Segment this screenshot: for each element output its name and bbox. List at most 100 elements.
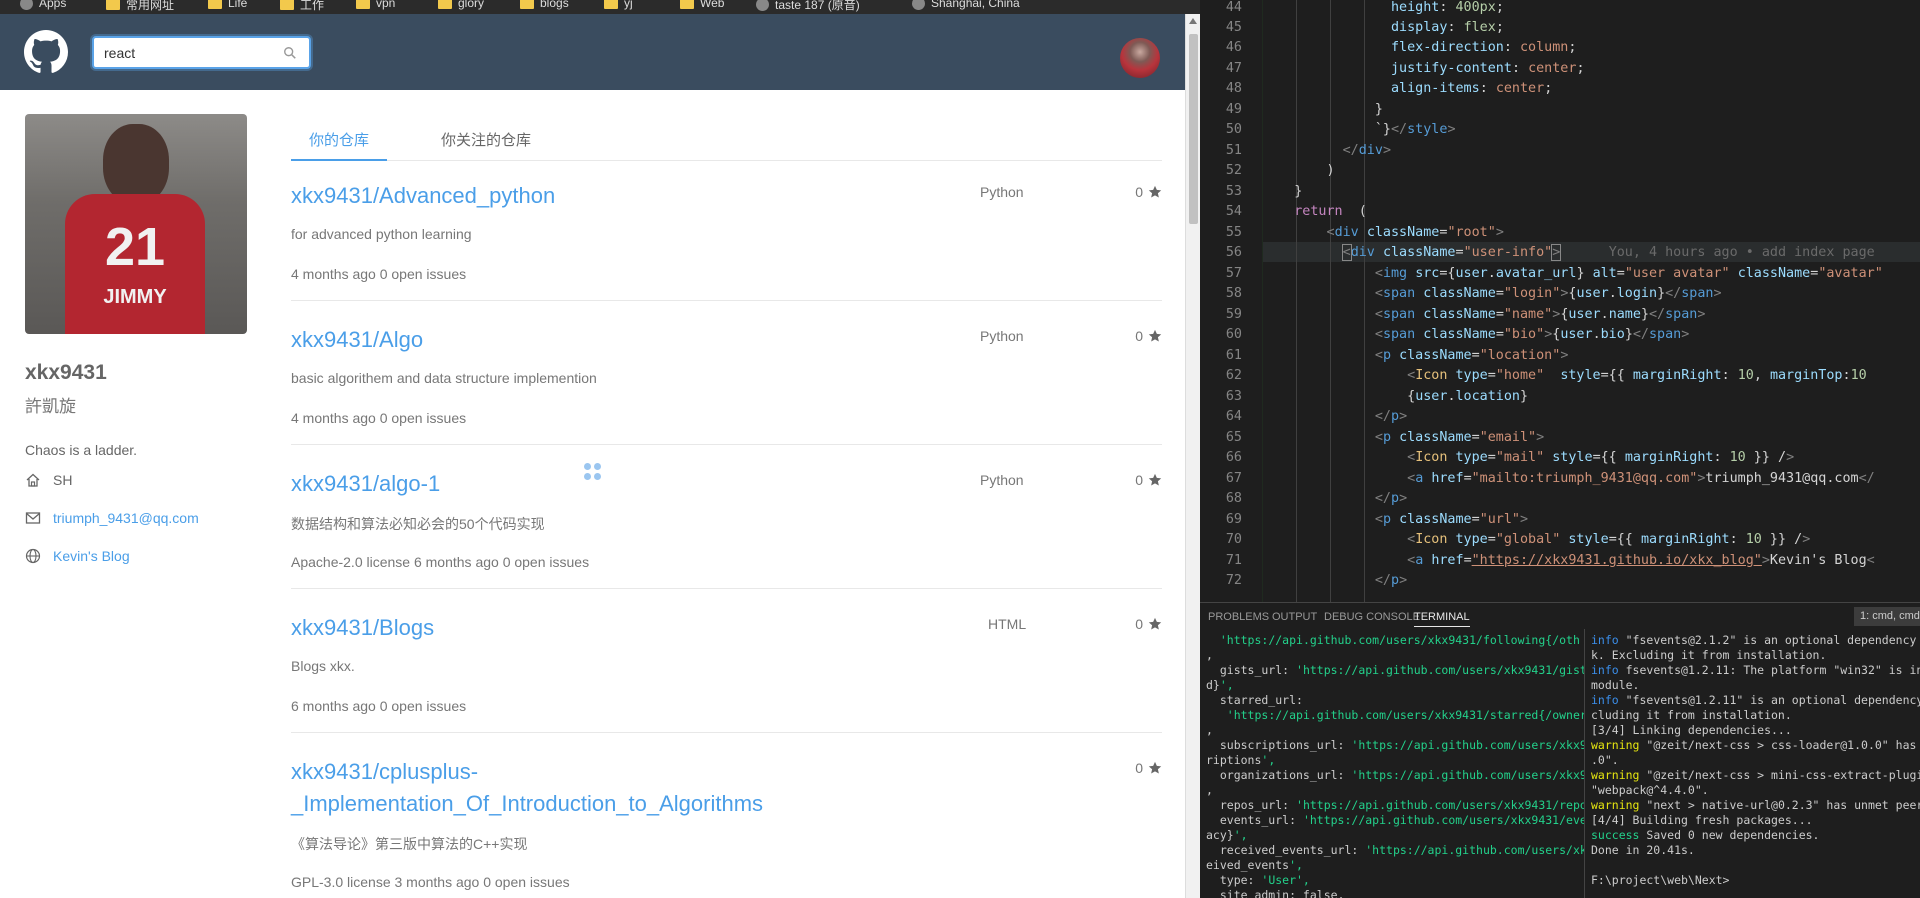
line-number: 72	[1225, 573, 1242, 588]
mail-icon	[25, 512, 41, 524]
code-line: <div className="user-info"> You, 4 hours…	[1341, 244, 1875, 261]
page-scrollbar[interactable]	[1185, 14, 1200, 898]
bookmark-folder[interactable]: Life	[208, 0, 247, 10]
terminal-line: success Saved 0 new dependencies.	[1591, 828, 1820, 842]
code-line: }	[1262, 184, 1303, 199]
terminal-line: repos_url: 'https://api.github.com/users…	[1206, 798, 1585, 812]
folder-icon	[680, 0, 694, 9]
terminal-select[interactable]: 1: cmd, cmd	[1854, 607, 1920, 626]
repo-meta: 4 months ago 0 open issues	[291, 266, 467, 282]
terminal-line: .0".	[1591, 753, 1619, 767]
repo-description: Blogs xkx.	[291, 658, 355, 674]
bookmark-folder[interactable]: vpn	[356, 0, 395, 10]
terminal-line: module.	[1591, 678, 1640, 692]
folder-icon	[438, 0, 452, 9]
terminal-pane-right[interactable]: info "fsevents@2.1.2" is an optional dep…	[1585, 629, 1920, 898]
bookmark-folder[interactable]: blogs	[520, 0, 569, 10]
search-box[interactable]	[92, 36, 311, 69]
code-line: <span className="login">{user.login}</sp…	[1374, 286, 1722, 301]
terminal-line: events_url: 'https://api.github.com/user…	[1206, 813, 1585, 827]
tab-problems[interactable]: PROBLEMS	[1208, 611, 1269, 623]
repo-stars: 0	[1135, 184, 1162, 200]
apps-icon	[20, 0, 33, 10]
folder-icon	[106, 0, 120, 10]
bookmark-folder[interactable]: glory	[438, 0, 484, 10]
star-icon[interactable]	[1148, 473, 1162, 487]
line-number: 63	[1225, 389, 1242, 404]
line-number: 55	[1225, 225, 1242, 240]
line-number: 48	[1225, 81, 1242, 96]
code-line: align-items: center;	[1391, 81, 1553, 96]
terminal-line: info fsevents@1.2.11: The platform "win3…	[1591, 663, 1920, 677]
repo-stars: 0	[1135, 616, 1162, 632]
terminal-line: "webpack@^4.4.0".	[1591, 783, 1709, 797]
scroll-up-arrow-icon[interactable]	[1189, 18, 1197, 24]
star-icon[interactable]	[1148, 761, 1162, 775]
bookmark-folder[interactable]: yj	[604, 0, 633, 10]
terminal-line: [4/4] Building fresh packages...	[1591, 813, 1813, 827]
code-line: }	[1262, 102, 1383, 117]
bookmark-link[interactable]: taste 187 (原音)	[756, 0, 860, 13]
bookmark-link[interactable]: Shanghai, China	[912, 0, 1020, 10]
code-line: <img src={user.avatar_url} alt="user ava…	[1374, 266, 1883, 281]
bookmark-folder[interactable]: 工作	[280, 0, 324, 13]
github-logo-icon[interactable]	[24, 30, 68, 74]
folder-icon	[520, 0, 534, 9]
bookmark-folder[interactable]: 常用网址	[106, 0, 174, 13]
repo-name-link[interactable]: xkx9431/Advanced_python	[291, 180, 555, 212]
code-editor[interactable]: 44 45 46 47 48 49 50 51 52 53 54 55 56 5…	[1200, 0, 1920, 602]
terminal-line: Done in 20.41s.	[1591, 843, 1695, 857]
terminal-line: F:\project\web\Next>	[1591, 873, 1730, 887]
line-number: 71	[1225, 553, 1242, 568]
tab-my-repos[interactable]: 你的仓库	[291, 129, 388, 161]
bookmarks-bar: Apps 常用网址 Life 工作 vpn glory blogs yj Web…	[0, 0, 1200, 14]
repo-name-link[interactable]: xkx9431/Blogs	[291, 612, 434, 644]
repo-list-item: xkx9431/algo-1 Python 0 数据结构和算法必知必会的50个代…	[291, 468, 1162, 589]
line-number: 57	[1225, 266, 1242, 281]
tab-followed-repos[interactable]: 你关注的仓库	[441, 129, 531, 161]
code-line: </p>	[1374, 573, 1408, 588]
profile-blog: Kevin's Blog	[25, 548, 130, 564]
search-input[interactable]	[104, 44, 274, 62]
terminal-pane-left[interactable]: 'https://api.github.com/users/xkx9431/fo…	[1200, 629, 1585, 898]
terminal-line: acy}',	[1206, 828, 1248, 842]
line-number: 64	[1225, 409, 1242, 424]
avatar-head	[103, 124, 169, 204]
bookmark-apps[interactable]: Apps	[20, 0, 66, 10]
folder-icon	[280, 0, 294, 10]
blog-link[interactable]: Kevin's Blog	[53, 548, 130, 564]
user-avatar[interactable]	[1120, 38, 1160, 78]
repo-name-link[interactable]: xkx9431/algo-1	[291, 468, 440, 500]
line-number: 65	[1225, 430, 1242, 445]
code-line: display: flex;	[1391, 20, 1504, 35]
terminal-line: warning "@zeit/next-css > mini-css-extra…	[1591, 768, 1920, 782]
browser-viewport: Apps 常用网址 Life 工作 vpn glory blogs yj Web…	[0, 0, 1200, 898]
code-line: <span className="name">{user.name}</span…	[1374, 307, 1706, 322]
email-link[interactable]: triumph_9431@qq.com	[53, 510, 199, 526]
tab-output[interactable]: OUTPUT	[1272, 611, 1317, 623]
tab-debug-console[interactable]: DEBUG CONSOLE	[1324, 611, 1420, 623]
bookmark-folder[interactable]: Web	[680, 0, 724, 10]
repo-list-item: xkx9431/Advanced_python Python 0 for adv…	[291, 180, 1162, 301]
code-line: <Icon type="home" style={{ marginRight: …	[1407, 368, 1867, 383]
profile-username: xkx9431	[25, 361, 107, 384]
loading-spinner-icon	[584, 463, 604, 483]
repo-name-link[interactable]: xkx9431/cplusplus- _Implementation_Of_Int…	[291, 756, 763, 820]
star-icon[interactable]	[1148, 329, 1162, 343]
star-icon[interactable]	[1148, 617, 1162, 631]
star-icon[interactable]	[1148, 185, 1162, 199]
search-icon[interactable]	[283, 46, 297, 60]
folder-icon	[356, 0, 370, 9]
tab-terminal[interactable]: TERMINAL	[1414, 611, 1470, 627]
app-header	[0, 14, 1185, 90]
repo-tabs: 你的仓库 你关注的仓库	[291, 124, 1162, 161]
profile-bio: Chaos is a ladder.	[25, 442, 138, 458]
terminal-line: received_events_url: 'https://api.github…	[1206, 843, 1585, 857]
jersey-name: JIMMY	[103, 286, 167, 308]
repo-name-link[interactable]: xkx9431/Algo	[291, 324, 423, 356]
terminal-line: [3/4] Linking dependencies...	[1591, 723, 1792, 737]
line-number: 62	[1225, 368, 1242, 383]
scroll-thumb[interactable]	[1189, 34, 1198, 224]
code-line: <span className="bio">{user.bio}</span>	[1374, 327, 1690, 342]
code-line: {user.location}	[1262, 389, 1529, 404]
